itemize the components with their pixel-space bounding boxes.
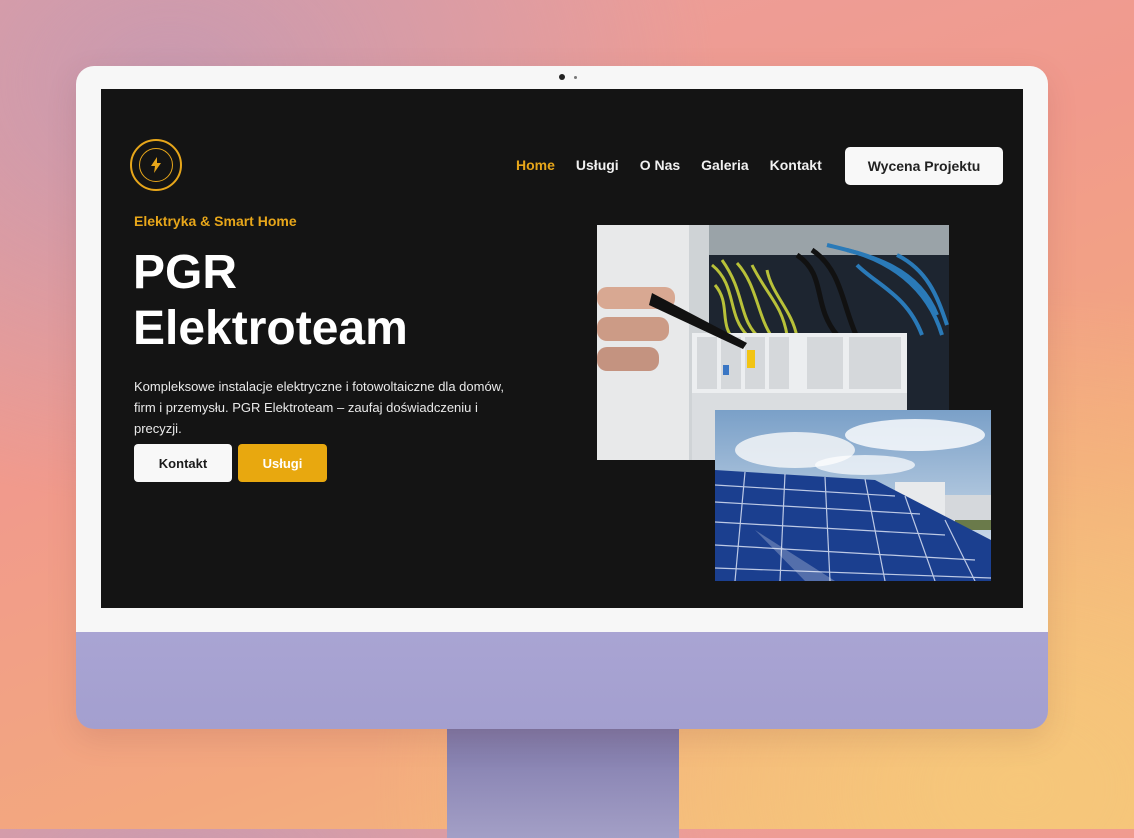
quote-button[interactable]: Wycena Projektu — [845, 147, 1003, 185]
main-nav: Home Usługi O Nas Galeria Kontakt — [516, 157, 843, 173]
camera-icon — [559, 74, 565, 80]
nav-item-galeria[interactable]: Galeria — [701, 157, 748, 173]
monitor-stand — [447, 728, 679, 838]
hero-title: PGR Elektroteam — [133, 245, 553, 357]
hero-eyebrow: Elektryka & Smart Home — [134, 213, 297, 229]
nav-item-o-nas[interactable]: O Nas — [640, 157, 680, 173]
nav-item-home[interactable]: Home — [516, 157, 555, 173]
hero-title-line1: PGR — [133, 246, 238, 299]
solar-panels-photo — [715, 410, 991, 581]
website-screen: Home Usługi O Nas Galeria Kontakt Wycena… — [101, 89, 1023, 608]
camera-sensor-icon — [574, 76, 577, 79]
monitor-bezel: Home Usługi O Nas Galeria Kontakt Wycena… — [76, 66, 1048, 632]
hero-title-line2: Elektroteam — [133, 302, 408, 355]
site-logo[interactable] — [130, 139, 182, 191]
services-button[interactable]: Usługi — [238, 444, 327, 482]
monitor-chin — [76, 632, 1048, 729]
monitor-frame: Home Usługi O Nas Galeria Kontakt Wycena… — [76, 66, 1048, 729]
nav-item-kontakt[interactable]: Kontakt — [770, 157, 822, 173]
contact-button[interactable]: Kontakt — [134, 444, 232, 482]
nav-item-uslugi[interactable]: Usługi — [576, 157, 619, 173]
hero-description: Kompleksowe instalacje elektryczne i fot… — [134, 379, 504, 436]
lightning-bolt-icon — [139, 148, 173, 182]
